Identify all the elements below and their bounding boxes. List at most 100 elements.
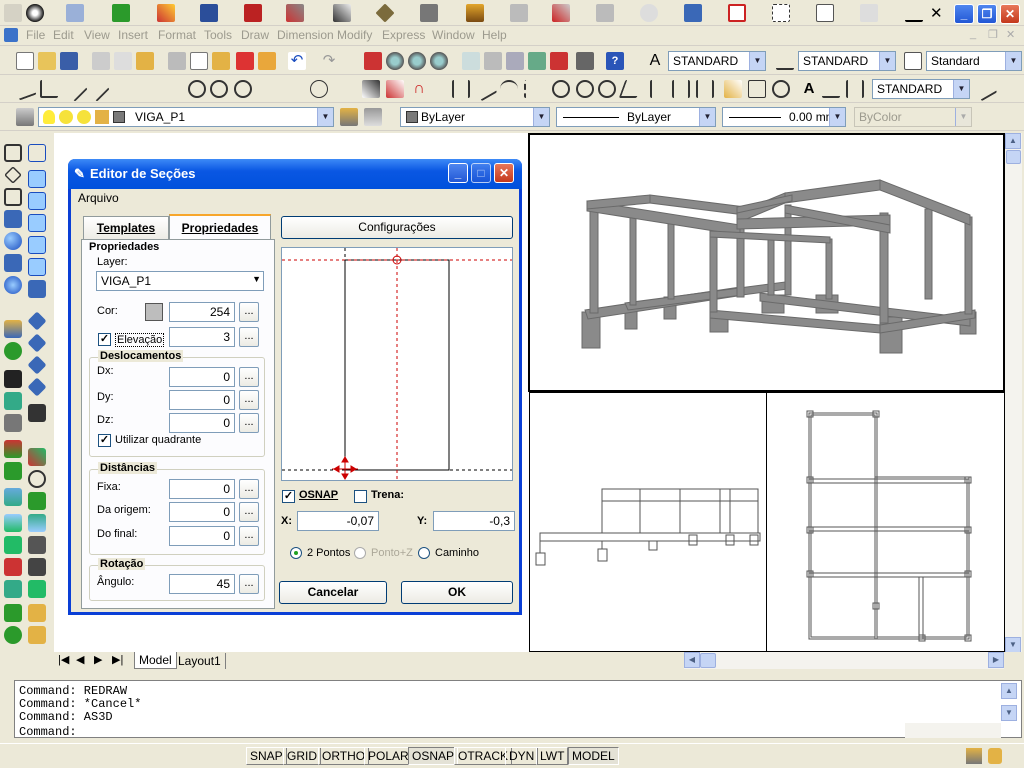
status-grid[interactable]: GRID — [283, 747, 321, 765]
brush-green-icon[interactable] — [28, 492, 46, 510]
shape1-icon[interactable] — [4, 144, 22, 162]
menu-help[interactable]: Help — [482, 28, 507, 42]
publish-icon[interactable] — [136, 52, 154, 70]
ml-style-icon[interactable] — [972, 76, 998, 102]
status-polar[interactable]: POLAR — [364, 747, 413, 765]
color-field[interactable]: 254 — [169, 302, 235, 322]
layer-lock-icon[interactable] — [95, 110, 109, 124]
osnap-checkbox[interactable]: ✓ — [282, 490, 295, 503]
line-icon[interactable] — [13, 77, 37, 101]
print-icon[interactable] — [92, 52, 110, 70]
status-ortho[interactable]: ORTHO — [318, 747, 370, 765]
layer-previous-icon[interactable] — [364, 108, 382, 126]
render-icon[interactable] — [28, 626, 46, 644]
magnet-icon[interactable]: ∩ — [410, 80, 428, 98]
dim-aligned-icon[interactable] — [472, 76, 498, 102]
ok-button[interactable]: OK — [401, 581, 513, 604]
dialog-title-bar[interactable]: ✎ Editor de Seções _ □ ✕ — [68, 159, 522, 189]
dz-field[interactable]: 0 — [169, 413, 235, 433]
copy-icon[interactable] — [190, 52, 208, 70]
pan-icon[interactable] — [364, 52, 382, 70]
dim-diameter-icon[interactable] — [598, 80, 616, 98]
circle-icon[interactable] — [234, 80, 252, 98]
view-back-icon[interactable] — [28, 258, 46, 276]
cylinder-icon[interactable] — [4, 276, 22, 294]
ml-style-select[interactable]: STANDARD ▼ — [872, 79, 970, 99]
help-icon[interactable]: ? — [606, 52, 624, 70]
autocad-app-icon[interactable] — [4, 4, 22, 22]
pyramid-icon[interactable] — [466, 4, 484, 22]
match-prop-icon[interactable] — [236, 52, 254, 70]
fixa-dots-button[interactable]: ... — [239, 479, 259, 499]
status-osnap[interactable]: OSNAP — [408, 747, 459, 765]
computer-icon[interactable] — [4, 580, 22, 598]
layer-on-icon[interactable] — [43, 110, 55, 124]
menu-file[interactable]: File — [26, 28, 45, 42]
redo-icon[interactable]: ↷ — [320, 52, 338, 70]
layer-manager-icon[interactable] — [16, 108, 34, 126]
command-prompt[interactable]: Command: — [19, 725, 77, 739]
dim-update-icon[interactable] — [846, 80, 864, 98]
dim-style-select[interactable]: STANDARD ▼ — [798, 51, 896, 71]
undo-icon[interactable]: ↶ — [288, 52, 306, 70]
material-icon[interactable] — [28, 604, 46, 622]
landscape-icon[interactable] — [4, 514, 22, 532]
globe-green-icon[interactable] — [4, 626, 22, 644]
scroll-left-icon[interactable]: ◀ — [684, 652, 700, 668]
stack-icon[interactable] — [420, 4, 438, 22]
option-caminho-radio[interactable] — [418, 547, 430, 559]
configuracoes-button[interactable]: Configurações — [281, 216, 513, 239]
properties-icon[interactable] — [462, 52, 480, 70]
spark-icon[interactable] — [4, 558, 22, 576]
status-lwt[interactable]: LWT — [536, 747, 569, 765]
cloud-icon[interactable] — [28, 580, 46, 598]
layer-states-icon[interactable] — [66, 4, 84, 22]
viewport-elevation[interactable] — [529, 392, 767, 652]
doc-minimize-icon[interactable]: _ — [970, 28, 976, 40]
cmd-scroll-down-icon[interactable]: ▼ — [1001, 705, 1017, 721]
snap-none-icon[interactable] — [362, 80, 380, 98]
close-tool-icon[interactable]: ✕ — [930, 4, 943, 22]
scroll-thumb[interactable] — [1006, 150, 1021, 164]
leaf-icon[interactable] — [4, 462, 22, 480]
status-model[interactable]: MODEL — [568, 747, 619, 765]
tab-model[interactable]: Model — [134, 652, 177, 669]
tab-next-icon[interactable]: ▶ — [94, 653, 102, 666]
tab-last-icon[interactable]: ▶| — [112, 653, 123, 666]
shape2-icon[interactable] — [4, 166, 22, 184]
torus-icon[interactable] — [4, 342, 22, 360]
film-icon[interactable] — [4, 370, 22, 388]
paint-icon[interactable] — [4, 440, 22, 458]
brush-icon[interactable] — [258, 52, 276, 70]
layer-select[interactable]: VIGA_P1 ▼ — [38, 107, 334, 127]
menu-tools[interactable]: Tools — [204, 28, 232, 42]
book-red-icon[interactable] — [244, 4, 262, 22]
zoom-window2-icon[interactable] — [408, 52, 426, 70]
horizontal-scrollbar[interactable]: ◀ ▶ — [684, 652, 1004, 669]
camera-icon[interactable] — [28, 536, 46, 554]
center-mark-icon[interactable] — [772, 80, 790, 98]
dim-angular-icon[interactable] — [618, 80, 644, 98]
pliers-icon[interactable] — [28, 448, 46, 466]
origem-field[interactable]: 0 — [169, 502, 235, 522]
command-window[interactable]: Command: REDRAW Command: *Cancel* Comman… — [14, 680, 1022, 739]
dialog-minimize-button[interactable]: _ — [448, 163, 468, 183]
paste-icon[interactable] — [212, 52, 230, 70]
zoom-realtime-icon[interactable] — [386, 52, 404, 70]
dim-edit-icon[interactable]: A — [800, 80, 818, 98]
scroll-up-icon[interactable]: ▲ — [1005, 133, 1021, 149]
section-preview-canvas[interactable] — [281, 247, 513, 481]
leader-icon[interactable] — [724, 80, 742, 98]
green-block-icon[interactable] — [112, 4, 130, 22]
box3d-icon[interactable] — [4, 188, 22, 206]
zoom-window-icon[interactable] — [772, 4, 790, 22]
cube-blue-icon[interactable] — [684, 4, 702, 22]
cone-icon[interactable] — [4, 320, 22, 338]
status-snap[interactable]: SNAP — [246, 747, 287, 765]
final-field[interactable]: 0 — [169, 526, 235, 546]
image-icon[interactable] — [4, 488, 22, 506]
menu-express[interactable]: Express — [382, 28, 425, 42]
select-icon[interactable] — [510, 4, 528, 22]
window-restore-button[interactable]: ❐ — [977, 4, 997, 24]
table-style-icon[interactable] — [904, 52, 922, 70]
